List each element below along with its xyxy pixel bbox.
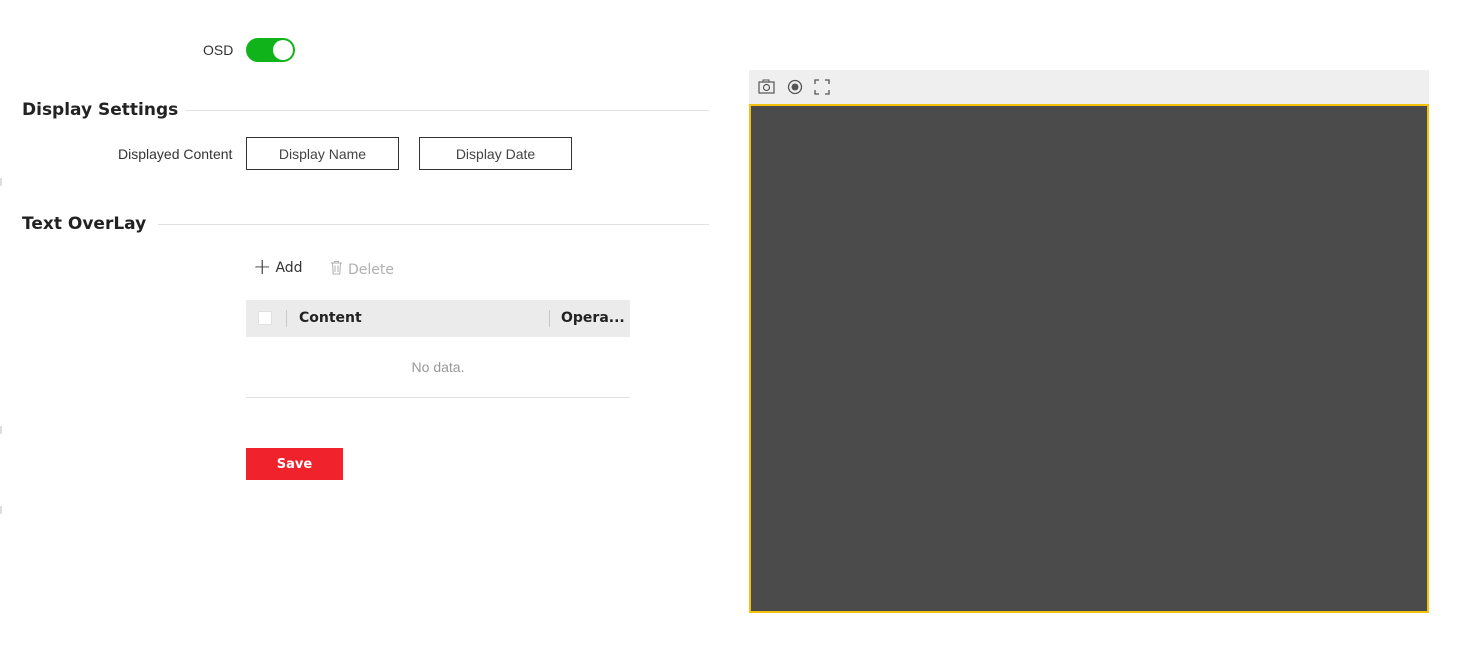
edge-mark: [0, 426, 2, 434]
column-separator: [286, 310, 287, 327]
display-name-button[interactable]: Display Name: [246, 137, 399, 170]
plus-icon: +: [253, 255, 272, 280]
table-bottom-border: [246, 397, 630, 398]
display-settings-title: Display Settings: [22, 100, 179, 120]
add-label: Add: [275, 260, 303, 276]
section-divider: [185, 110, 709, 111]
column-separator: [549, 310, 550, 327]
section-divider: [158, 224, 709, 225]
toggle-knob: [273, 40, 293, 60]
displayed-content-label: Displayed Content: [118, 146, 233, 162]
save-button[interactable]: Save: [246, 448, 343, 480]
column-header-operation[interactable]: Opera...: [561, 310, 625, 326]
fullscreen-icon[interactable]: [814, 79, 830, 100]
record-icon[interactable]: [787, 79, 803, 100]
edge-mark: [0, 178, 2, 186]
select-all-checkbox[interactable]: [258, 311, 272, 325]
column-header-content[interactable]: Content: [299, 310, 362, 326]
table-empty-text: No data.: [411, 359, 465, 375]
display-date-button[interactable]: Display Date: [419, 137, 572, 170]
edge-mark: [0, 506, 2, 514]
text-overlay-title: Text OverLay: [22, 214, 147, 234]
osd-toggle[interactable]: [246, 38, 295, 62]
delete-button[interactable]: Delete: [330, 260, 394, 279]
preview-toolbar: [749, 70, 1429, 104]
add-button[interactable]: + Add: [253, 255, 303, 280]
delete-label: Delete: [348, 261, 394, 278]
osd-label: OSD: [203, 42, 234, 58]
trash-icon: [330, 260, 343, 279]
table-header: Content Opera...: [246, 300, 630, 337]
live-preview-area[interactable]: [749, 104, 1429, 613]
camera-icon[interactable]: [758, 79, 775, 99]
